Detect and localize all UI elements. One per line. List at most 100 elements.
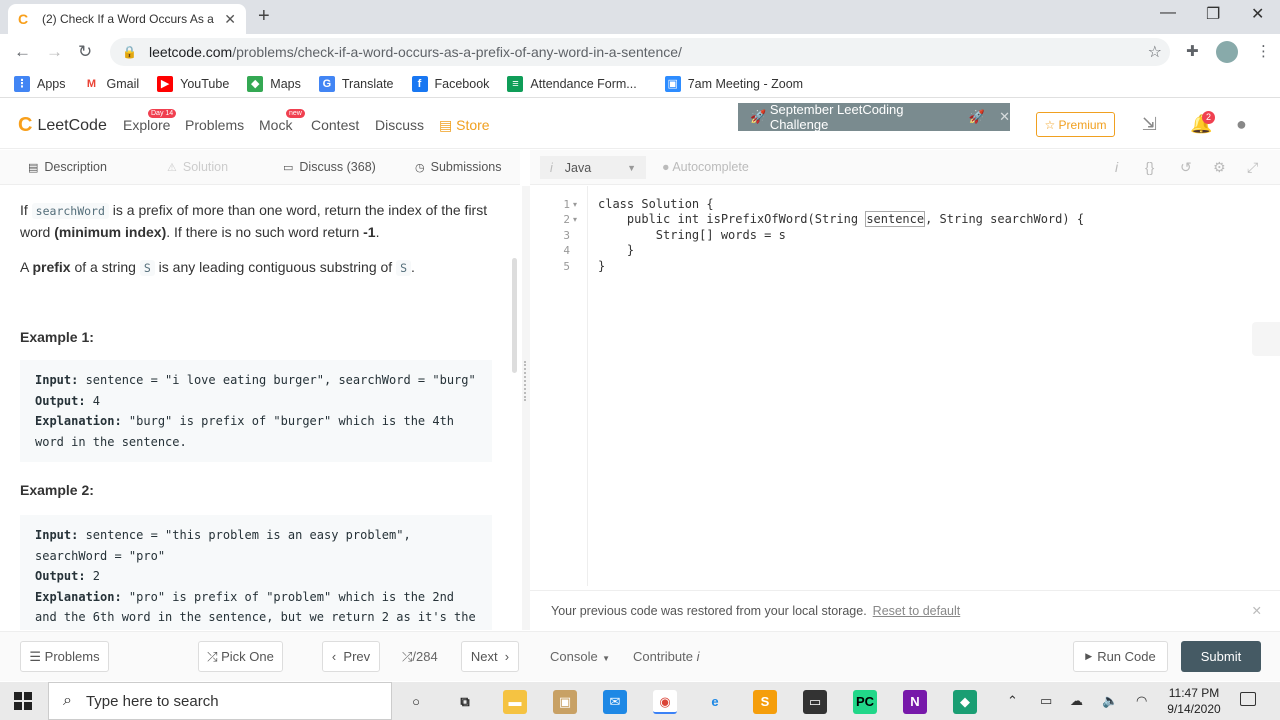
bookmark-star-icon[interactable]: ☆ bbox=[1148, 42, 1162, 62]
fold-arrow-icon[interactable]: ▾ bbox=[573, 200, 577, 209]
fullscreen-icon[interactable]: ⤢ bbox=[1247, 159, 1258, 176]
braces-icon[interactable]: {} bbox=[1145, 159, 1154, 175]
bookmark-maps[interactable]: ◆ Maps bbox=[247, 75, 301, 92]
extensions-puzzle-icon[interactable]: ✚ bbox=[1186, 42, 1199, 60]
code-line: public int isPrefixOfWord(String sentenc… bbox=[598, 211, 1085, 227]
nav-problems[interactable]: Problems bbox=[185, 117, 244, 133]
bookmark-translate[interactable]: G Translate bbox=[318, 75, 394, 92]
close-window-icon[interactable]: ✕ bbox=[1251, 4, 1264, 24]
description-paragraph: If searchWord is a prefix of more than o… bbox=[20, 202, 488, 240]
onenote-icon[interactable]: N bbox=[903, 690, 927, 714]
tab-discuss[interactable]: ▭ Discuss (368) bbox=[283, 160, 376, 174]
prev-button[interactable]: ‹ Prev bbox=[322, 641, 380, 672]
console-toggle[interactable]: Console ▼ bbox=[550, 649, 610, 664]
reload-icon[interactable]: ↻ bbox=[78, 42, 92, 62]
bookmark-attendance[interactable]: ≡ Attendance Form... bbox=[507, 75, 637, 92]
description-scrollbar[interactable] bbox=[512, 258, 517, 373]
bookmark-youtube[interactable]: ▶ YouTube bbox=[157, 75, 229, 92]
back-icon[interactable]: ← bbox=[14, 42, 31, 62]
taskbar-search[interactable]: ⌕ Type here to search bbox=[48, 682, 392, 720]
premium-button[interactable]: ☆ Premium bbox=[1036, 112, 1115, 137]
new-tab-icon[interactable]: + bbox=[258, 5, 270, 28]
tab-description[interactable]: ▤ Description bbox=[28, 160, 107, 174]
browser-tab-active[interactable]: C (2) Check If a Word Occurs As a P ✕ bbox=[8, 4, 246, 34]
bookmark-facebook[interactable]: f Facebook bbox=[411, 75, 489, 92]
nav-mock[interactable]: Mock bbox=[259, 117, 292, 133]
url-host: leetcode.com bbox=[148, 44, 233, 60]
terminal-icon[interactable]: ▭ bbox=[803, 690, 827, 714]
leetcode-favicon-icon: C bbox=[18, 11, 29, 27]
bookmark-label: 7am Meeting - Zoom bbox=[687, 76, 804, 91]
next-button[interactable]: Next › bbox=[461, 641, 519, 672]
restore-window-icon[interactable]: ❐ bbox=[1206, 4, 1220, 24]
bookmark-gmail[interactable]: M Gmail bbox=[83, 75, 139, 92]
chrome-icon[interactable]: ◉ bbox=[653, 690, 677, 714]
problems-list-button[interactable]: ☰ Problems bbox=[20, 641, 109, 672]
reset-to-default-link[interactable]: Reset to default bbox=[873, 604, 961, 618]
pick-one-button[interactable]: ⤮ Pick One bbox=[198, 641, 283, 672]
file-explorer-icon[interactable]: ▬ bbox=[503, 690, 527, 714]
submit-button[interactable]: Submit bbox=[1181, 641, 1261, 672]
console-label: Console bbox=[550, 649, 598, 664]
wifi-icon[interactable]: ◠ bbox=[1136, 693, 1147, 709]
store-icon[interactable]: ▣ bbox=[553, 690, 577, 714]
close-tab-icon[interactable]: ✕ bbox=[224, 11, 236, 28]
windows-start-icon[interactable] bbox=[14, 692, 32, 710]
rocket-icon: 🚀 bbox=[965, 109, 986, 124]
playground-icon[interactable]: ⇲ bbox=[1142, 114, 1157, 135]
forward-icon[interactable]: → bbox=[46, 42, 63, 62]
reset-icon[interactable]: ↺ bbox=[1180, 159, 1192, 176]
clock-time: 11:47 PM bbox=[1168, 686, 1220, 700]
bookmark-apps[interactable]: ⋮ Apps bbox=[14, 75, 66, 92]
taskbar-clock[interactable]: 11:47 PM 9/14/2020 bbox=[1160, 685, 1228, 717]
task-view-icon[interactable]: ⧉ bbox=[453, 690, 477, 714]
pycharm-icon[interactable]: PC bbox=[853, 690, 877, 714]
volume-icon[interactable]: 🔈 bbox=[1102, 693, 1118, 709]
code-editor[interactable] bbox=[530, 186, 1280, 586]
restore-notice: Your previous code was restored from you… bbox=[530, 590, 1280, 630]
code-line: } bbox=[598, 243, 635, 257]
nav-contest[interactable]: Contest bbox=[311, 117, 359, 133]
nav-explore[interactable]: Explore bbox=[123, 117, 170, 133]
user-avatar-icon[interactable]: ● bbox=[1236, 114, 1247, 135]
button-label: Pick One bbox=[221, 649, 274, 664]
bookmark-zoom[interactable]: ▣ 7am Meeting - Zoom bbox=[664, 75, 804, 92]
pane-splitter[interactable] bbox=[522, 186, 530, 630]
battery-icon[interactable]: ▭ bbox=[1040, 693, 1052, 709]
url-bar[interactable]: 🔒 leetcode.com/problems/check-if-a-word-… bbox=[110, 38, 1170, 66]
tray-chevron-icon[interactable]: ⌃ bbox=[1007, 693, 1018, 709]
close-notice-icon[interactable]: ✕ bbox=[1252, 603, 1262, 618]
tab-solution[interactable]: ⚠ Solution bbox=[167, 160, 228, 174]
line-number: 2 bbox=[563, 213, 570, 226]
close-banner-icon[interactable]: ✕ bbox=[999, 109, 1010, 125]
mail-icon[interactable]: ✉ bbox=[603, 690, 627, 714]
nav-store[interactable]: ▤ Store bbox=[439, 117, 490, 134]
info-icon[interactable]: i bbox=[1115, 159, 1118, 175]
settings-gear-icon[interactable]: ⚙ bbox=[1213, 159, 1226, 176]
onedrive-icon[interactable]: ☁ bbox=[1070, 693, 1083, 709]
fold-arrow-icon[interactable]: ▾ bbox=[573, 215, 577, 224]
profile-avatar[interactable] bbox=[1216, 41, 1238, 63]
minimize-icon[interactable]: — bbox=[1160, 4, 1176, 22]
tab-submissions[interactable]: ◷ Submissions bbox=[415, 160, 501, 174]
cortana-icon[interactable]: ○ bbox=[404, 690, 428, 714]
splitter-handle[interactable] bbox=[524, 361, 527, 401]
bookmarks-bar: ⋮ Apps M Gmail ▶ YouTube ◆ Maps G Translate f… bbox=[0, 70, 1280, 98]
language-select[interactable]: i Java ▼ bbox=[540, 156, 646, 179]
run-code-button[interactable]: ▶ Run Code bbox=[1073, 641, 1168, 672]
sublime-icon[interactable]: S bbox=[753, 690, 777, 714]
side-panel-tab[interactable] bbox=[1252, 322, 1280, 356]
autocomplete-toggle[interactable]: ● Autocomplete bbox=[662, 160, 749, 174]
leetcode-logo[interactable]: Ϲ LeetCode bbox=[18, 114, 107, 137]
challenge-label: September LeetCoding Challenge bbox=[769, 102, 904, 132]
explore-badge: Day 14 bbox=[148, 109, 177, 118]
challenge-banner[interactable]: 🚀 September LeetCoding Challenge 🚀 ✕ bbox=[738, 102, 1010, 132]
app-icon[interactable]: ◆ bbox=[953, 690, 977, 714]
apps-grid-icon: ⋮ bbox=[14, 75, 30, 92]
chrome-menu-icon[interactable]: ⋮ bbox=[1256, 42, 1271, 60]
action-center-icon[interactable] bbox=[1240, 692, 1256, 706]
edge-icon[interactable]: e bbox=[703, 690, 727, 714]
contribute-link[interactable]: Contribute i bbox=[633, 649, 699, 664]
nav-discuss[interactable]: Discuss bbox=[375, 117, 424, 133]
facebook-icon: f bbox=[411, 75, 428, 92]
